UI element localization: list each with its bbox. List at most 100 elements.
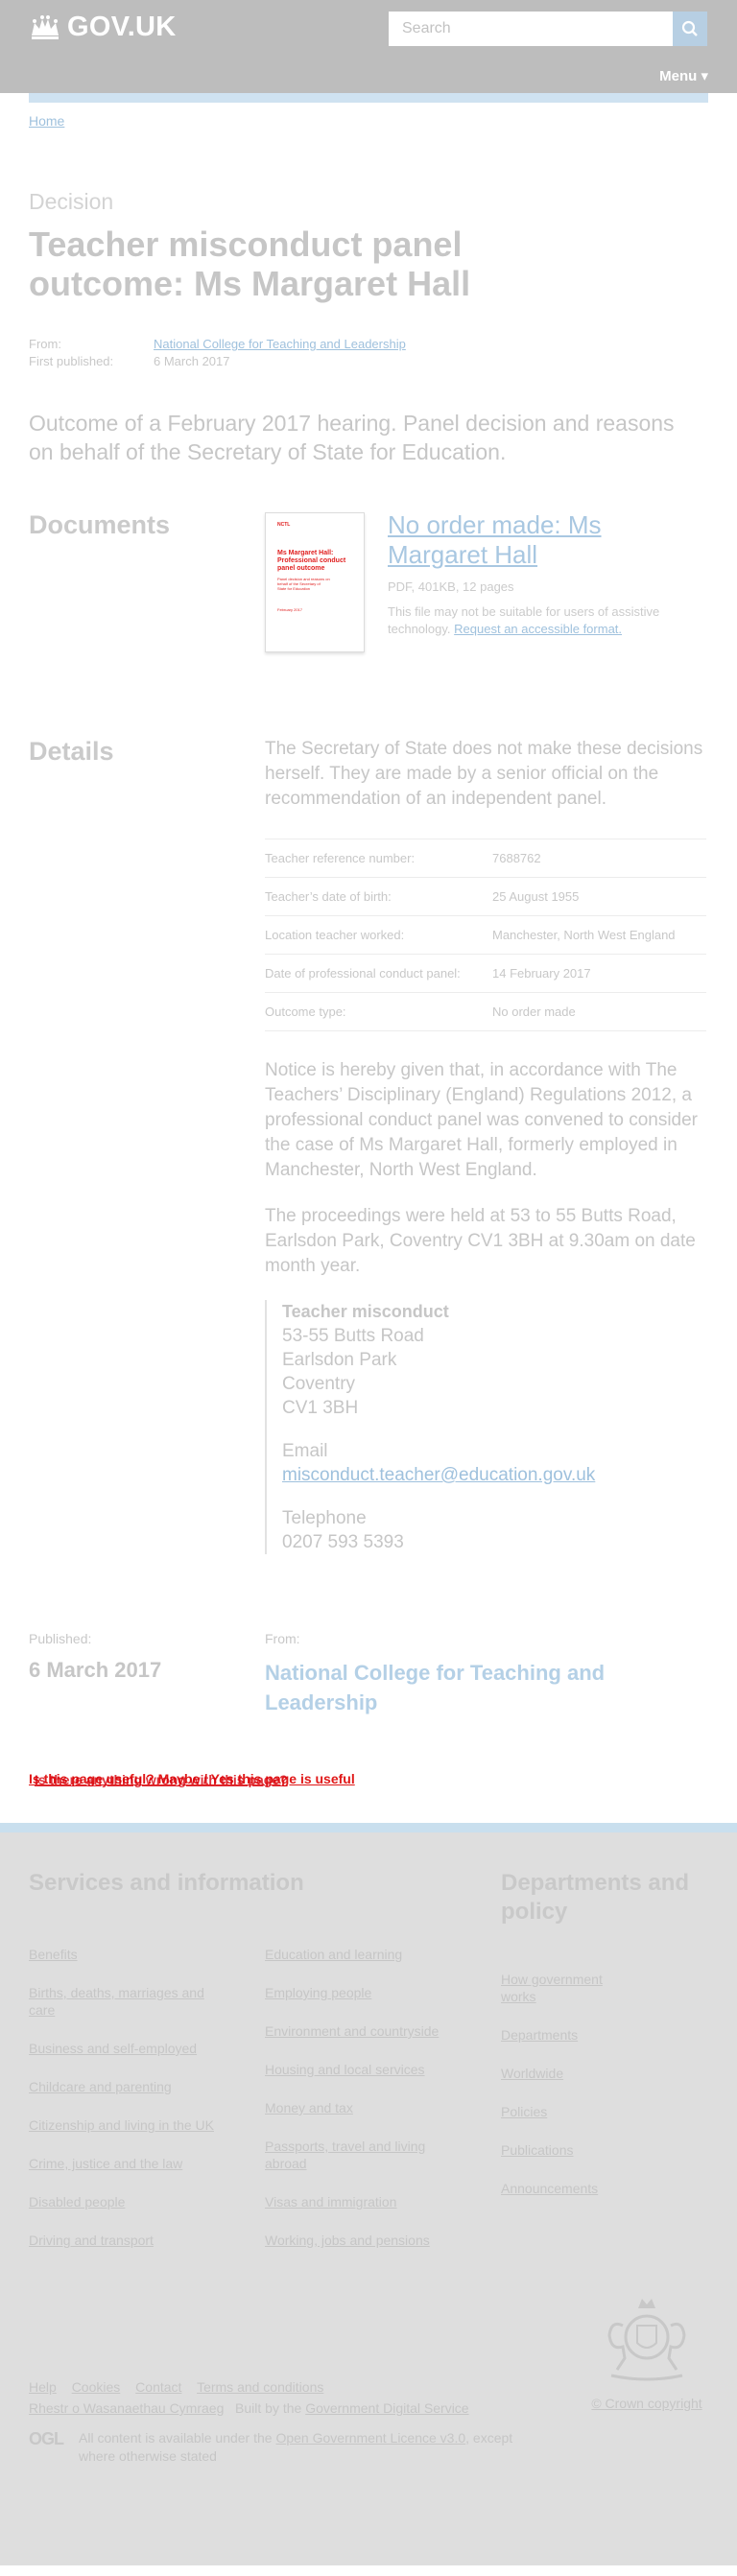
fact-value: 14 February 2017: [492, 966, 591, 981]
thumb-logo-text: NCTL: [277, 522, 291, 528]
licence-prefix: All content is available under the: [79, 2430, 273, 2446]
email-link[interactable]: misconduct.teacher@education.gov.uk: [282, 1465, 595, 1485]
departments-list: How government works Departments Worldwi…: [501, 1971, 737, 2197]
details-section: Details The Secretary of State does not …: [29, 737, 708, 1554]
fact-row: Teacher’s date of birth: 25 August 1955: [265, 878, 706, 916]
ogl-licence-link[interactable]: Open Government Licence v3.0: [275, 2430, 465, 2446]
facts-table: Teacher reference number: 7688762 Teache…: [265, 839, 706, 1031]
footer-navigation: Services and information Benefits Births…: [29, 1832, 708, 2270]
footer-link-citizenship[interactable]: Citizenship and living in the UK: [29, 2117, 214, 2133]
metadata-from-link[interactable]: National College for Teaching and Leader…: [154, 337, 406, 351]
report-problem-link[interactable]: Is there anything wrong with this page?: [35, 1772, 288, 1787]
footer-link-business[interactable]: Business and self-employed: [29, 2041, 197, 2056]
search-button[interactable]: [673, 12, 707, 46]
main-content: Home Decision Teacher misconduct panel o…: [0, 113, 737, 1809]
footer-link-visas[interactable]: Visas and immigration: [265, 2194, 396, 2210]
email-label: Email: [282, 1441, 328, 1461]
details-heading: Details: [29, 737, 114, 766]
attachment-thumbnail[interactable]: NCTL Ms Margaret Hall: Professional cond…: [265, 512, 365, 652]
footer-link-disabled[interactable]: Disabled people: [29, 2194, 125, 2210]
departments-column: Departments and policy How government wo…: [501, 1869, 708, 2270]
thumb-line-3: panel outcome: [277, 565, 325, 572]
telephone-number: 0207 593 5393: [282, 1532, 404, 1552]
thumb-line-6: State for Education: [277, 586, 311, 591]
footer-link-education[interactable]: Education and learning: [265, 1947, 402, 1962]
footer-link-housing[interactable]: Housing and local services: [265, 2062, 425, 2077]
documents-section: Documents NCTL Ms Margaret Hall: Profess…: [29, 510, 708, 652]
footer-link-departments[interactable]: Departments: [501, 2027, 578, 2043]
request-accessible-format-link[interactable]: Request an accessible format.: [454, 622, 622, 636]
address-postcode: CV1 3BH: [282, 1398, 359, 1418]
services-heading: Services and information: [29, 1870, 304, 1896]
footer-link-childcare[interactable]: Childcare and parenting: [29, 2079, 172, 2094]
footer-link-help[interactable]: Help: [29, 2379, 57, 2395]
search-input[interactable]: [389, 12, 673, 46]
fact-row: Teacher reference number: 7688762: [265, 839, 706, 878]
fact-key: Outcome type:: [265, 1004, 346, 1019]
footer-link-employing[interactable]: Employing people: [265, 1985, 371, 2000]
summary-lede: Outcome of a February 2017 hearing. Pane…: [29, 411, 675, 464]
site-header: GOV.UK Menu ▾: [0, 0, 737, 93]
published-info: Published: 6 March 2017 From: National C…: [29, 1631, 708, 1717]
address-line: Earlsdon Park: [282, 1350, 397, 1370]
royal-crest-icon: [607, 2299, 686, 2381]
metadata-from-label: From:: [29, 337, 61, 351]
footer-link-publications[interactable]: Publications: [501, 2142, 574, 2158]
metadata-published-row: First published: 6 March 2017: [29, 353, 708, 370]
documents-heading: Documents: [29, 510, 171, 539]
footer-link-policies[interactable]: Policies: [501, 2104, 547, 2119]
metadata: From: National College for Teaching and …: [29, 336, 708, 370]
breadcrumb-home-link[interactable]: Home: [29, 113, 64, 129]
footer-link-driving[interactable]: Driving and transport: [29, 2233, 154, 2248]
fact-value: 7688762: [492, 851, 541, 865]
departments-heading: Departments and policy: [501, 1870, 690, 1925]
crown-icon: [32, 14, 59, 39]
footer-link-welsh[interactable]: Rhestr o Wasanaethau Cymraeg: [29, 2400, 224, 2416]
published-date: 6 March 2017: [29, 1658, 162, 1682]
services-links: Benefits Births, deaths, marriages and c…: [29, 1946, 501, 2270]
fact-key: Teacher reference number:: [265, 851, 416, 865]
address-line: Coventry: [282, 1374, 356, 1394]
thumb-line-2: Professional conduct: [277, 557, 346, 564]
gds-link[interactable]: Government Digital Service: [305, 2400, 468, 2416]
footer-link-worldwide[interactable]: Worldwide: [501, 2066, 563, 2081]
document-type-caption: Decision: [29, 189, 114, 214]
footer-link-announcements[interactable]: Announcements: [501, 2181, 598, 2196]
footer-link-passports[interactable]: Passports, travel and living abroad: [265, 2139, 425, 2171]
fact-key: Location teacher worked:: [265, 928, 405, 942]
licence-row: OGL All content is available under the O…: [29, 2429, 708, 2466]
fact-key: Date of professional conduct panel:: [265, 966, 461, 981]
published-label: Published:: [29, 1631, 92, 1646]
menu-button[interactable]: Menu ▾: [659, 67, 708, 84]
notice-paragraph: Notice is hereby given that, in accordan…: [265, 1060, 699, 1180]
search-icon: [681, 20, 698, 36]
footer-link-contact[interactable]: Contact: [135, 2379, 181, 2395]
published-from-block: From: National College for Teaching and …: [265, 1631, 649, 1717]
title-block: Decision Teacher misconduct panel outcom…: [29, 189, 708, 303]
metadata-published-label: First published:: [29, 354, 114, 368]
breadcrumb: Home: [29, 113, 708, 134]
govuk-logo-link[interactable]: GOV.UK: [29, 12, 177, 43]
attachment-details: No order made: Ms Margaret Hall PDF, 401…: [388, 510, 695, 652]
fact-value: No order made: [492, 1004, 576, 1019]
site-footer: Services and information Benefits Births…: [0, 1823, 737, 2565]
footer-link-crime[interactable]: Crime, justice and the law: [29, 2156, 182, 2171]
footer-link-working[interactable]: Working, jobs and pensions: [265, 2233, 430, 2248]
footer-link-how-government-works[interactable]: How government works: [501, 1972, 603, 2004]
footer-link-births[interactable]: Births, deaths, marriages and care: [29, 1985, 204, 2018]
footer-help-links: Help Cookies Contact Terms and condition…: [29, 2379, 708, 2395]
attachment-accessibility-note: This file may not be suitable for users …: [388, 603, 695, 638]
services-column: Services and information Benefits Births…: [29, 1869, 501, 2270]
footer-link-environment[interactable]: Environment and countryside: [265, 2023, 439, 2039]
footer-link-terms[interactable]: Terms and conditions: [197, 2379, 323, 2395]
built-by-text: Built by the: [235, 2400, 302, 2416]
thumb-line-1: Ms Margaret Hall:: [277, 550, 334, 556]
footer-link-benefits[interactable]: Benefits: [29, 1947, 78, 1962]
footer-link-money[interactable]: Money and tax: [265, 2100, 353, 2115]
footer-link-cookies[interactable]: Cookies: [72, 2379, 121, 2395]
services-list-1: Benefits Births, deaths, marriages and c…: [29, 1946, 265, 2270]
fact-value: 25 August 1955: [492, 889, 580, 904]
organisation-link[interactable]: National College for Teaching and Leader…: [265, 1658, 649, 1717]
attachment-title-link[interactable]: No order made: Ms Margaret Hall: [388, 510, 602, 569]
licence-text: All content is available under the Open …: [79, 2429, 520, 2466]
